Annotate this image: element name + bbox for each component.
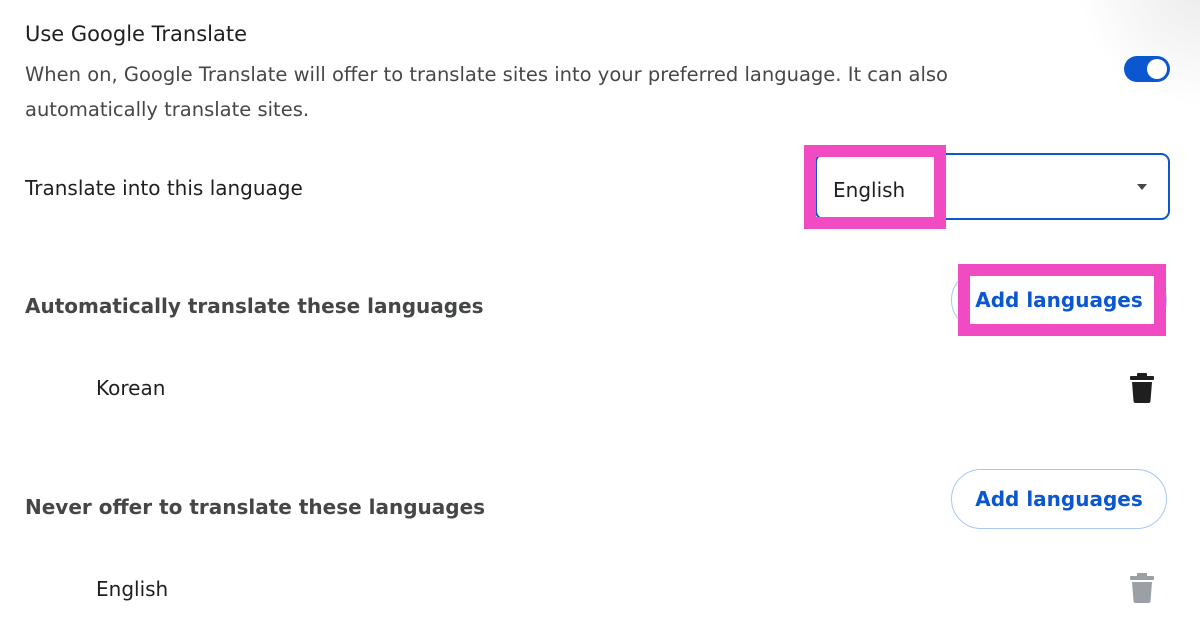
dropdown-arrow-icon	[1137, 184, 1147, 190]
never-translate-item-english: English	[96, 577, 169, 601]
trash-icon[interactable]	[1128, 372, 1156, 404]
target-language-label: Translate into this language	[25, 176, 303, 200]
target-language-value: English	[833, 178, 906, 202]
toggle-knob	[1147, 59, 1167, 79]
trash-icon-disabled[interactable]	[1128, 572, 1156, 604]
google-translate-description: When on, Google Translate will offer to …	[25, 63, 948, 121]
google-translate-title: Use Google Translate	[25, 22, 247, 46]
never-translate-heading: Never offer to translate these languages	[25, 495, 486, 519]
auto-translate-heading: Automatically translate these languages	[25, 294, 484, 318]
target-language-select[interactable]: English	[815, 153, 1170, 220]
translate-settings-page: Use Google Translate When on, Google Tra…	[0, 0, 1200, 628]
google-translate-toggle[interactable]	[1124, 56, 1170, 82]
corner-shadow	[1060, 0, 1200, 110]
add-never-translate-languages-button[interactable]: Add languages	[951, 469, 1167, 529]
add-auto-translate-languages-button[interactable]: Add languages	[951, 270, 1167, 330]
auto-translate-item-korean: Korean	[96, 376, 166, 400]
